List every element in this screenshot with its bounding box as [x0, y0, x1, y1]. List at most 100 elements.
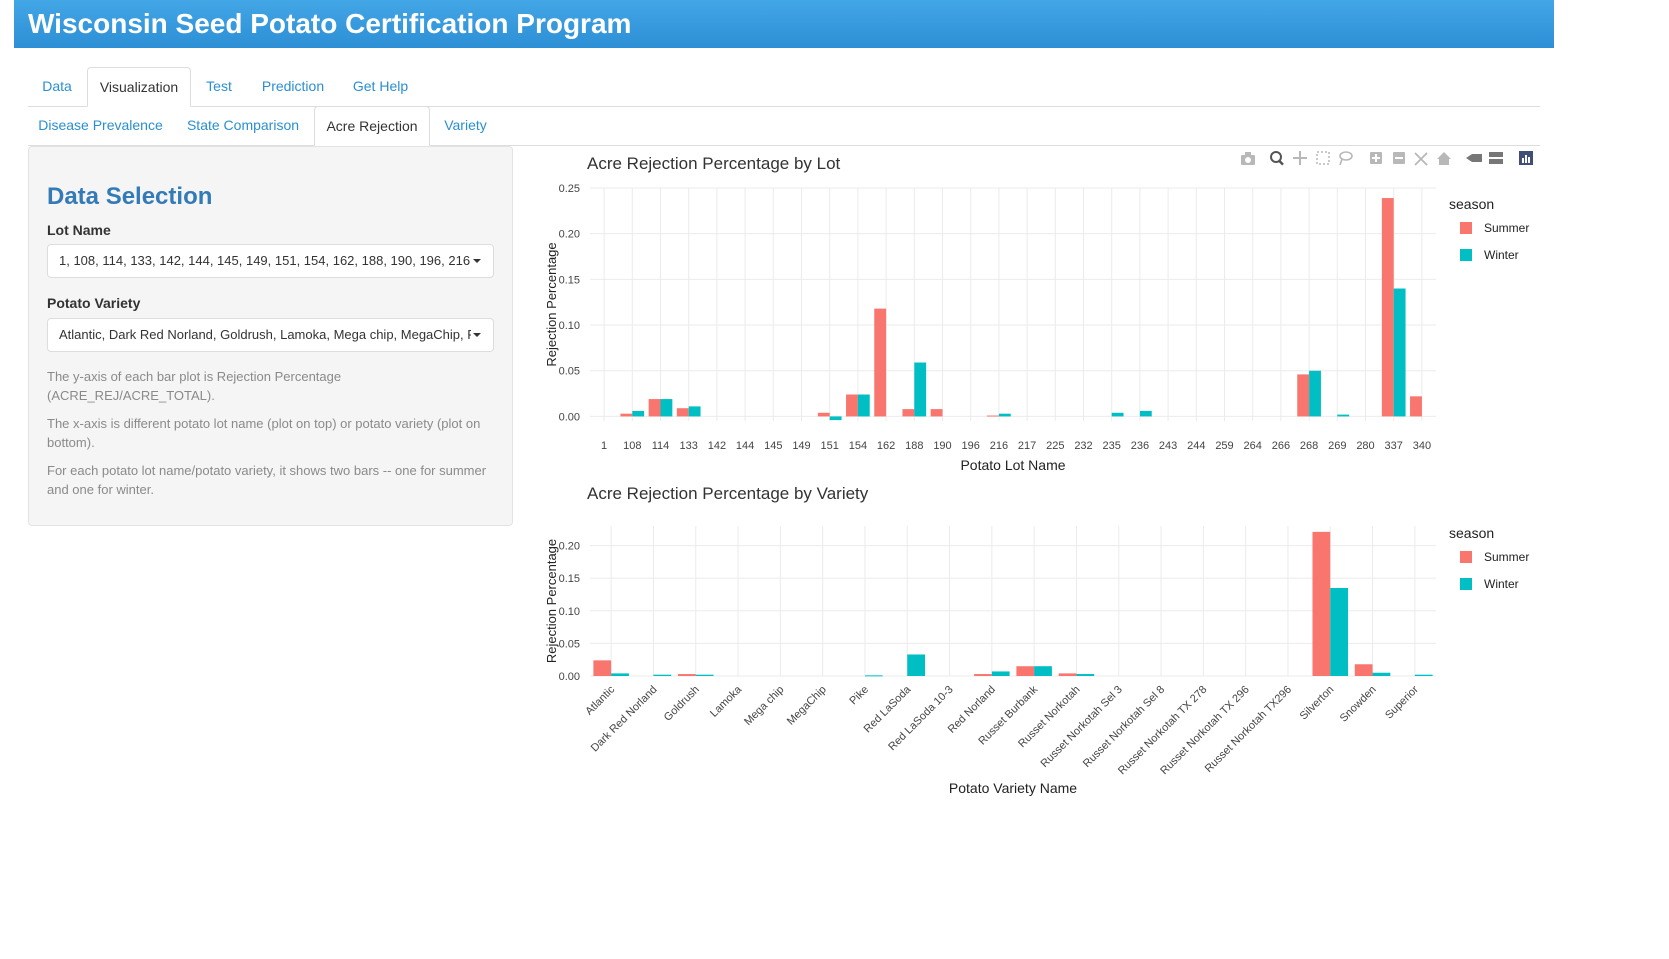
legend-item-label[interactable]: Summer	[1484, 550, 1529, 564]
tab-disease-prevalence[interactable]: Disease Prevalence	[28, 106, 173, 144]
x-tick-label: 162	[877, 440, 895, 452]
x-tick-label: 264	[1244, 440, 1262, 452]
tab-prediction[interactable]: Prediction	[250, 67, 336, 105]
tab-state-comparison[interactable]: State Comparison	[176, 106, 310, 144]
legend-swatch[interactable]	[1460, 222, 1472, 234]
bar-winter[interactable]	[688, 406, 701, 417]
x-tick-label: 235	[1103, 440, 1121, 452]
bar-winter[interactable]	[864, 675, 883, 677]
x-tick-label: 340	[1413, 440, 1431, 452]
x-tick-label: 259	[1215, 440, 1233, 452]
bar-summer[interactable]	[620, 413, 633, 417]
variety-chart: Acre Rejection Percentage by Variety 0.00…	[540, 480, 1550, 805]
bar-summer[interactable]	[874, 308, 887, 417]
bar-winter[interactable]	[857, 394, 870, 417]
bar-winter[interactable]	[695, 674, 714, 676]
x-tick-label: Mega chip	[742, 684, 786, 728]
lot-name-select[interactable]: 1, 108, 114, 133, 142, 144, 145, 149, 15…	[47, 244, 494, 278]
lot-name-label: Lot Name	[47, 222, 111, 238]
tab-acre-rejection[interactable]: Acre Rejection	[314, 106, 430, 146]
x-tick-label: 269	[1328, 440, 1346, 452]
x-tick-label: Superior	[1383, 683, 1421, 721]
bar-summer[interactable]	[1410, 396, 1422, 417]
tab-test[interactable]: Test	[194, 67, 244, 105]
chart-title: Acre Rejection Percentage by Lot	[587, 154, 841, 173]
bar-winter[interactable]	[998, 413, 1011, 417]
legend-item-label[interactable]: Summer	[1484, 221, 1529, 235]
potato-variety-select[interactable]: Atlantic, Dark Red Norland, Goldrush, La…	[47, 318, 494, 352]
bar-summer[interactable]	[930, 409, 943, 417]
bar-summer[interactable]	[846, 394, 858, 417]
x-tick-label: 149	[792, 440, 810, 452]
x-tick-label: Lamoka	[708, 683, 745, 720]
legend-swatch[interactable]	[1460, 578, 1472, 590]
variety-chart-svg: Acre Rejection Percentage by Variety 0.00…	[544, 484, 1529, 796]
bar-winter[interactable]	[1330, 587, 1349, 676]
x-tick-label: 154	[849, 440, 867, 452]
tab-data[interactable]: Data	[28, 67, 86, 105]
legend-item-label[interactable]: Winter	[1484, 248, 1519, 262]
bar-summer[interactable]	[1297, 374, 1310, 417]
x-tick-label: 244	[1187, 440, 1205, 452]
data-selection-panel: Data Selection Lot Name 1, 108, 114, 133…	[28, 146, 513, 526]
plot-area	[590, 526, 1436, 676]
x-tick-label: MegaChip	[785, 684, 829, 728]
bar-summer[interactable]	[648, 399, 661, 417]
bar-winter[interactable]	[1414, 674, 1433, 676]
bar-summer[interactable]	[677, 674, 696, 676]
bar-summer[interactable]	[1381, 198, 1394, 417]
bar-summer[interactable]	[593, 660, 612, 676]
x-tick-label: 142	[708, 440, 726, 452]
lot-name-value: 1, 108, 114, 133, 142, 144, 145, 149, 15…	[59, 253, 471, 268]
bar-winter[interactable]	[1139, 410, 1152, 417]
app-header: Wisconsin Seed Potato Certification Prog…	[14, 0, 1554, 48]
bar-summer[interactable]	[1058, 673, 1077, 676]
x-tick-label: 114	[652, 440, 670, 452]
x-tick-label: 236	[1131, 440, 1149, 452]
x-tick-label: 266	[1272, 440, 1290, 452]
bar-summer[interactable]	[987, 415, 999, 417]
bar-winter[interactable]	[1076, 674, 1095, 676]
bar-summer[interactable]	[974, 674, 992, 676]
x-tick-label: 232	[1074, 440, 1092, 452]
y-tick-label: 0.15	[559, 573, 580, 585]
tab-variety[interactable]: Variety	[432, 106, 499, 144]
y-axis-label: Rejection Percentage	[544, 242, 559, 366]
bar-summer[interactable]	[676, 408, 689, 417]
x-tick-label: 151	[821, 440, 839, 452]
bar-winter[interactable]	[1034, 666, 1052, 676]
bar-winter[interactable]	[1111, 412, 1124, 417]
bar-winter[interactable]	[907, 654, 926, 676]
bar-winter[interactable]	[914, 362, 927, 417]
legend-title: season	[1449, 525, 1494, 541]
bar-winter[interactable]	[660, 399, 673, 417]
bar-winter[interactable]	[653, 674, 672, 676]
bar-summer[interactable]	[817, 412, 830, 417]
tab-visualization[interactable]: Visualization	[87, 67, 191, 107]
legend-title: season	[1449, 196, 1494, 212]
x-tick-label: 280	[1356, 440, 1374, 452]
bar-summer[interactable]	[1354, 664, 1373, 676]
legend-swatch[interactable]	[1460, 551, 1472, 563]
bar-winter[interactable]	[829, 416, 842, 421]
tab-get-help[interactable]: Get Help	[344, 67, 417, 105]
x-tick-label: 188	[905, 440, 923, 452]
bar-winter[interactable]	[1372, 672, 1391, 676]
legend-swatch[interactable]	[1460, 249, 1472, 261]
x-tick-label: 243	[1159, 440, 1177, 452]
bar-winter[interactable]	[1393, 288, 1406, 417]
x-tick-label: Snowden	[1338, 684, 1379, 725]
bar-summer[interactable]	[1016, 666, 1035, 676]
bar-winter[interactable]	[1337, 414, 1350, 417]
app-title: Wisconsin Seed Potato Certification Prog…	[28, 8, 632, 39]
legend-item-label[interactable]: Winter	[1484, 577, 1519, 591]
x-tick-label: 268	[1300, 440, 1318, 452]
bar-winter[interactable]	[1309, 370, 1321, 417]
bar-winter[interactable]	[611, 673, 629, 676]
bar-summer[interactable]	[902, 409, 915, 417]
bar-winter[interactable]	[632, 410, 645, 417]
bar-winter[interactable]	[991, 671, 1010, 676]
bar-summer[interactable]	[1312, 531, 1331, 676]
y-axis-label: Rejection Percentage	[544, 539, 559, 663]
potato-variety-value: Atlantic, Dark Red Norland, Goldrush, La…	[59, 327, 471, 342]
